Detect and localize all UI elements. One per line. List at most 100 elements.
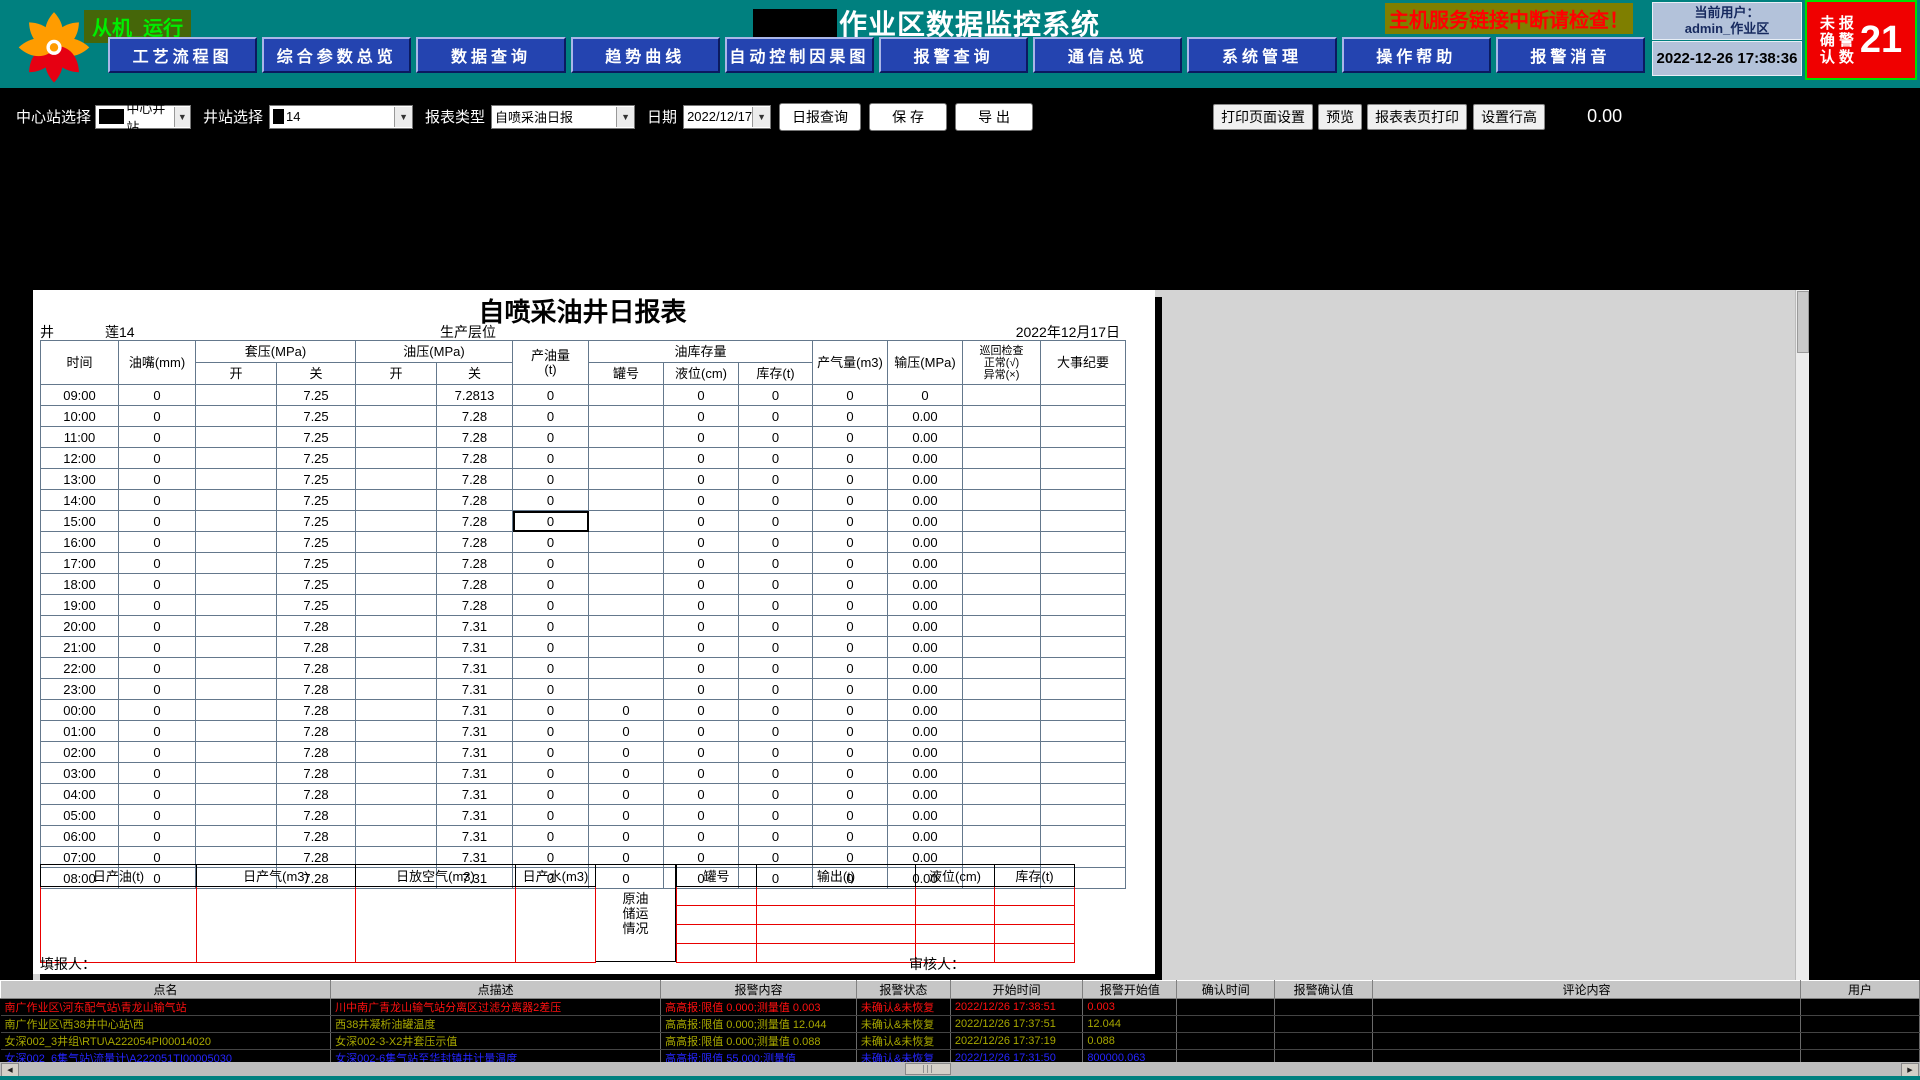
report-cell[interactable]: 0 [813, 574, 888, 595]
report-cell[interactable]: 0 [664, 784, 739, 805]
report-cell[interactable]: 0.00 [888, 763, 963, 784]
report-cell[interactable] [963, 658, 1041, 679]
alarm-cell[interactable]: 未确认&未恢复 [856, 1016, 950, 1033]
report-cell[interactable]: 0 [589, 721, 664, 742]
alarm-cell[interactable]: 未确认&未恢复 [856, 1033, 950, 1050]
report-cell[interactable] [196, 532, 277, 553]
report-cell[interactable] [1041, 742, 1126, 763]
report-cell[interactable]: 0.00 [888, 826, 963, 847]
time-cell[interactable]: 16:00 [41, 532, 119, 553]
report-cell[interactable]: 0 [119, 742, 196, 763]
report-cell[interactable]: 7.25 [277, 448, 356, 469]
report-cell[interactable]: 0 [813, 490, 888, 511]
report-cell[interactable] [356, 448, 437, 469]
report-cell[interactable]: 0.00 [888, 679, 963, 700]
time-cell[interactable]: 04:00 [41, 784, 119, 805]
alarm-cell[interactable]: 川中南广青龙山输气站分离区过滤分离器2差压 [331, 999, 661, 1016]
alarm-cell[interactable]: 女深002-3-X2井套压示值 [331, 1033, 661, 1050]
report-cell[interactable]: 0 [664, 427, 739, 448]
time-cell[interactable]: 10:00 [41, 406, 119, 427]
report-cell[interactable]: 0.00 [888, 553, 963, 574]
date-picker[interactable]: 2022/12/17 ▼ [683, 105, 771, 129]
report-cell[interactable] [196, 742, 277, 763]
report-cell[interactable]: 0 [664, 700, 739, 721]
report-cell[interactable]: 0 [664, 469, 739, 490]
report-cell[interactable]: 0 [513, 427, 589, 448]
daily-query-button[interactable]: 日报查询 [779, 103, 861, 131]
report-cell[interactable] [589, 427, 664, 448]
report-cell[interactable]: 7.25 [277, 532, 356, 553]
alarm-cell[interactable]: 南广作业区\西38井中心站\西 [1, 1016, 331, 1033]
report-cell[interactable]: 0 [739, 406, 813, 427]
menu-button-parameter-overview[interactable]: 综合参数总览 [262, 37, 411, 73]
report-cell[interactable]: 0 [739, 805, 813, 826]
tank-cell[interactable] [677, 906, 757, 925]
time-cell[interactable]: 02:00 [41, 742, 119, 763]
tank-cell[interactable] [677, 944, 757, 963]
report-cell[interactable] [196, 826, 277, 847]
time-cell[interactable]: 05:00 [41, 805, 119, 826]
report-cell[interactable]: 0.00 [888, 721, 963, 742]
report-cell[interactable]: 0 [739, 574, 813, 595]
report-cell[interactable] [1041, 448, 1126, 469]
alarm-cell[interactable] [1177, 999, 1275, 1016]
report-cell[interactable]: 7.31 [437, 679, 513, 700]
report-cell[interactable]: 0 [589, 700, 664, 721]
alarm-cell[interactable] [1373, 1016, 1801, 1033]
alarm-cell[interactable]: 高高报:限值 55.000;测量值 [661, 1050, 857, 1063]
report-cell[interactable]: 0 [739, 532, 813, 553]
report-cell[interactable]: 0 [664, 406, 739, 427]
report-cell[interactable]: 0 [119, 721, 196, 742]
report-cell[interactable]: 0 [119, 448, 196, 469]
report-cell[interactable]: 0.00 [888, 784, 963, 805]
report-cell[interactable]: 0 [664, 805, 739, 826]
alarm-cell[interactable] [1800, 1033, 1919, 1050]
report-cell[interactable] [356, 721, 437, 742]
tank-cell[interactable] [916, 887, 995, 906]
menu-button-comm-overview[interactable]: 通信总览 [1033, 37, 1182, 73]
menu-button-trend-curve[interactable]: 趋势曲线 [571, 37, 720, 73]
report-cell[interactable]: 0 [119, 553, 196, 574]
set-row-height-button[interactable]: 设置行高 [1473, 104, 1545, 130]
scroll-right-icon[interactable]: ▶ [1901, 1063, 1919, 1077]
report-cell[interactable]: 0 [664, 511, 739, 532]
report-cell[interactable] [1041, 658, 1126, 679]
report-cell[interactable]: 0.00 [888, 427, 963, 448]
report-cell[interactable] [963, 784, 1041, 805]
report-cell[interactable] [963, 805, 1041, 826]
tank-cell[interactable] [757, 944, 916, 963]
menu-button-system-manage[interactable]: 系统管理 [1187, 37, 1336, 73]
report-cell[interactable] [963, 763, 1041, 784]
report-cell[interactable]: 0 [664, 763, 739, 784]
scroll-left-icon[interactable]: ◀ [1, 1063, 19, 1077]
report-cell[interactable]: 0 [664, 679, 739, 700]
report-cell[interactable]: 0 [664, 448, 739, 469]
report-cell[interactable] [356, 553, 437, 574]
report-cell[interactable] [196, 469, 277, 490]
report-cell[interactable] [589, 490, 664, 511]
vertical-scrollbar[interactable] [1795, 290, 1809, 1080]
alarm-cell[interactable] [1275, 1033, 1373, 1050]
report-cell[interactable] [356, 637, 437, 658]
report-cell[interactable]: 0.00 [888, 469, 963, 490]
report-cell[interactable]: 0 [664, 658, 739, 679]
report-cell[interactable]: 0 [739, 385, 813, 406]
report-cell[interactable] [196, 385, 277, 406]
report-cell[interactable]: 0 [119, 805, 196, 826]
report-cell[interactable]: 7.28 [437, 448, 513, 469]
report-cell[interactable] [963, 553, 1041, 574]
report-cell[interactable]: 0 [664, 616, 739, 637]
report-cell[interactable]: 0 [589, 784, 664, 805]
report-cell[interactable] [196, 721, 277, 742]
alarm-cell[interactable] [1177, 1016, 1275, 1033]
report-cell[interactable]: 0 [813, 532, 888, 553]
report-cell[interactable] [963, 490, 1041, 511]
report-cell[interactable]: 0.00 [888, 595, 963, 616]
tank-cell[interactable] [757, 925, 916, 944]
report-cell[interactable]: 0 [664, 721, 739, 742]
report-cell[interactable]: 0 [813, 784, 888, 805]
report-cell[interactable]: 7.25 [277, 385, 356, 406]
report-cell[interactable]: 0 [119, 658, 196, 679]
report-cell[interactable]: 0.00 [888, 490, 963, 511]
report-cell[interactable]: 0 [664, 826, 739, 847]
